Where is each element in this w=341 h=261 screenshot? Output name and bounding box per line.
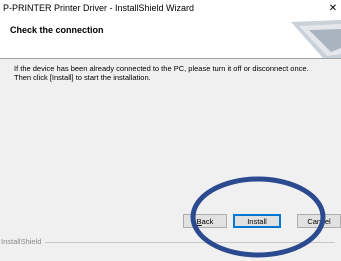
- window-title: P-PRINTER Printer Driver - InstallShield…: [3, 3, 195, 13]
- installer-window: P-PRINTER Printer Driver - InstallShield…: [0, 0, 341, 261]
- footer-divider: [45, 242, 335, 243]
- instruction-text: If the device has been already connected…: [14, 64, 338, 82]
- install-button[interactable]: Install: [233, 214, 281, 228]
- back-button[interactable]: Back: [183, 214, 227, 228]
- instruction-line-1: If the device has been already connected…: [14, 64, 309, 73]
- wizard-body: If the device has been already connected…: [0, 59, 341, 261]
- installshield-footer: InstallShield: [0, 237, 341, 247]
- instruction-line-2: Then click [Install] to start the instal…: [14, 73, 151, 82]
- cancel-button[interactable]: Cancel: [297, 214, 341, 228]
- wizard-header: Check the connection: [0, 18, 341, 59]
- close-button[interactable]: ✕: [327, 2, 339, 16]
- title-bar: P-PRINTER Printer Driver - InstallShield…: [0, 0, 341, 18]
- back-button-label: ack: [201, 217, 214, 226]
- installshield-brand: InstallShield: [1, 237, 42, 246]
- page-title: Check the connection: [10, 25, 104, 35]
- header-graphic-icon: [291, 20, 341, 58]
